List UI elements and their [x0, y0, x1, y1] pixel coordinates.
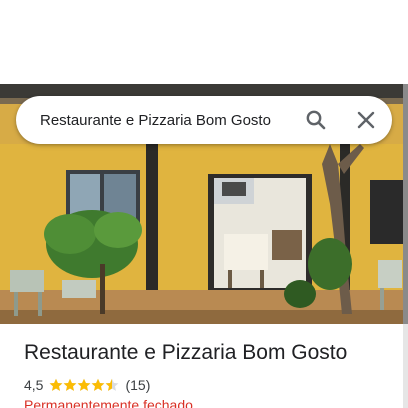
- rating-value: 4,5: [24, 377, 44, 393]
- star-icon: [50, 378, 63, 391]
- top-blank-area: [0, 0, 408, 84]
- search-input[interactable]: [40, 110, 290, 130]
- star-icon: [106, 378, 119, 391]
- star-rating: [49, 378, 119, 392]
- search-icon: [306, 110, 326, 130]
- rating-row[interactable]: 4,5 (15): [24, 376, 150, 394]
- star-icon: [64, 378, 77, 391]
- close-icon: [357, 111, 375, 129]
- business-status: Permanentemente fechado: [24, 397, 193, 408]
- scrollbar-thumb[interactable]: [403, 84, 408, 324]
- star-icon: [92, 378, 105, 391]
- star-icon: [78, 378, 91, 391]
- place-title: Restaurante e Pizzaria Bom Gosto: [24, 341, 348, 364]
- review-count-link[interactable]: (15): [125, 377, 150, 393]
- search-box[interactable]: [16, 96, 392, 144]
- search-button[interactable]: [302, 106, 330, 134]
- clear-search-button[interactable]: [352, 106, 380, 134]
